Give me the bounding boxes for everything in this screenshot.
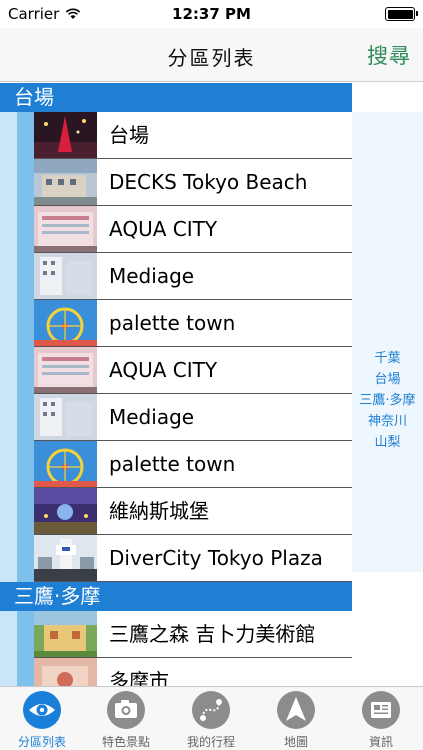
list-item-label: Mediage	[109, 405, 195, 429]
aqua-city-photo	[34, 347, 97, 393]
news-icon	[362, 691, 400, 729]
tab-label: 分區列表	[17, 735, 66, 749]
index-item-chiba[interactable]: 千葉	[352, 348, 423, 369]
tab-label: 我的行程	[186, 735, 235, 749]
tab-label: 資訊	[368, 735, 393, 749]
list-item[interactable]: Mediage	[0, 253, 352, 300]
route-icon	[192, 691, 230, 729]
mediage-photo	[34, 394, 97, 440]
list-item[interactable]: DiverCity Tokyo Plaza	[0, 535, 352, 582]
camera-icon	[107, 691, 145, 729]
index-item-yamanashi[interactable]: 山梨	[352, 432, 423, 453]
section-index-bar	[352, 112, 423, 572]
tab-info[interactable]: 資訊	[339, 687, 423, 750]
palette-town-photo	[34, 300, 97, 346]
search-button[interactable]: 搜尋	[367, 40, 411, 70]
clock: 12:37 PM	[172, 5, 251, 23]
list-item-label: AQUA CITY	[109, 217, 218, 241]
section-header-odaiba: 台場	[0, 83, 352, 112]
list-item[interactable]: 台場	[0, 112, 352, 159]
page-title: 分區列表	[167, 46, 256, 70]
tama-city-photo	[34, 658, 97, 686]
list-item[interactable]: Mediage	[0, 394, 352, 441]
tab-district-list[interactable]: 分區列表	[0, 687, 84, 750]
list-item[interactable]: 三鷹之森 吉卜力美術館	[0, 611, 352, 658]
list-item[interactable]: DECKS Tokyo Beach	[0, 159, 352, 206]
list-item-label: 多摩市	[109, 669, 169, 686]
ghibli-museum-photo	[34, 611, 97, 657]
tab-label: 特色景點	[101, 735, 150, 749]
list-item[interactable]: 維納斯城堡	[0, 488, 352, 535]
tab-label: 地圖	[283, 735, 308, 749]
list-item-label: DECKS Tokyo Beach	[109, 170, 308, 194]
tab-featured-spots[interactable]: 特色景點	[84, 687, 168, 750]
list-item[interactable]: AQUA CITY	[0, 206, 352, 253]
decks-photo	[34, 159, 97, 205]
aqua-city-photo	[34, 206, 97, 252]
index-item-odaiba[interactable]: 台場	[352, 369, 423, 390]
mediage-photo	[34, 253, 97, 299]
section-header-mitaka-tama: 三鷹·多摩	[0, 582, 352, 611]
list-item[interactable]: 多摩市	[0, 658, 352, 686]
tab-map[interactable]: 地圖	[254, 687, 338, 750]
venus-fort-photo	[34, 488, 97, 534]
tab-my-itinerary[interactable]: 我的行程	[169, 687, 253, 750]
status-bar: Carrier 12:37 PM	[0, 0, 423, 28]
list-item[interactable]: palette town	[0, 300, 352, 347]
list-item-label: 台場	[109, 123, 149, 147]
compass-icon	[277, 691, 315, 729]
battery-icon	[385, 7, 418, 21]
navigation-bar: 分區列表 搜尋	[0, 28, 423, 82]
list-item-label: Mediage	[109, 264, 195, 288]
section-index: 千葉 台場 三鷹·多摩 神奈川 山梨	[352, 348, 423, 453]
tab-bar: 分區列表 特色景點 我的行程 地圖 資訊	[0, 686, 423, 750]
district-list[interactable]: 台場 台場 DECKS Tokyo Beach AQUA CITY Mediag…	[0, 83, 423, 686]
list-item-label: palette town	[109, 311, 236, 335]
list-item-label: AQUA CITY	[109, 358, 218, 382]
index-item-kanagawa[interactable]: 神奈川	[352, 411, 423, 432]
list-item-label: 維納斯城堡	[109, 499, 209, 523]
list-item[interactable]: AQUA CITY	[0, 347, 352, 394]
eye-icon	[23, 691, 61, 729]
list-item[interactable]: palette town	[0, 441, 352, 488]
list-item-label: 三鷹之森 吉卜力美術館	[109, 622, 316, 646]
palette-town-photo	[34, 441, 97, 487]
index-item-mitaka-tama[interactable]: 三鷹·多摩	[352, 390, 423, 411]
list-item-label: palette town	[109, 452, 236, 476]
odaiba-night-photo	[34, 112, 97, 158]
divercity-photo	[34, 535, 97, 581]
list-item-label: DiverCity Tokyo Plaza	[109, 546, 323, 570]
